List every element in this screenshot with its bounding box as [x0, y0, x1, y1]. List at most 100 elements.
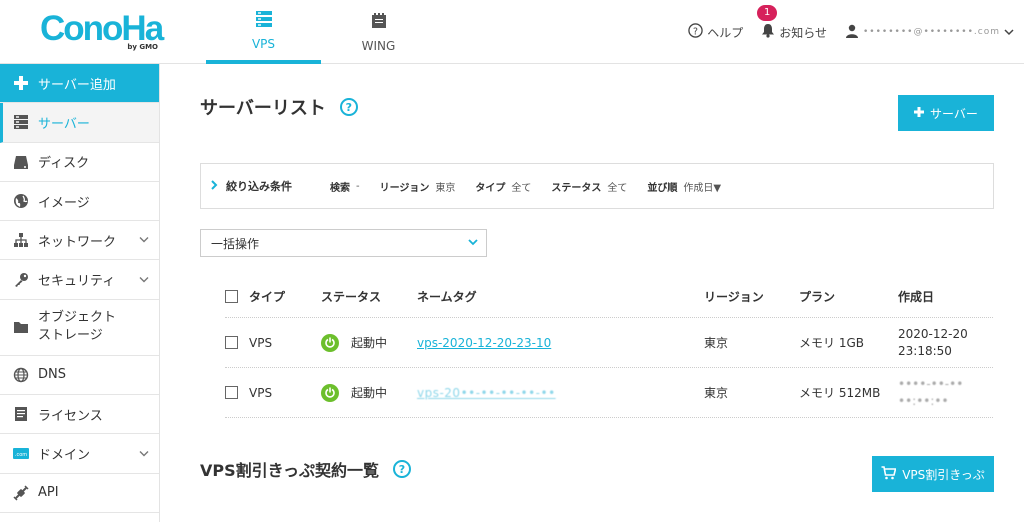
sidebar: サーバー追加 サーバー ディスク イメージ ネットワーク セキュリティ オブジェ…	[0, 64, 160, 522]
add-server-button[interactable]: サーバー	[898, 95, 994, 131]
bell-icon	[761, 23, 775, 41]
discount-ticket-label: VPS割引きっぷ	[902, 467, 985, 482]
svg-text:.com: .com	[15, 452, 27, 458]
help-label: ヘルプ	[707, 25, 744, 40]
filter-type-value: 全て	[511, 182, 532, 194]
wing-icon	[370, 12, 388, 33]
row-nametag-link[interactable]: vps-20••-••-••-••-••	[417, 386, 556, 400]
network-icon	[12, 231, 30, 249]
row-checkbox[interactable]	[225, 336, 238, 349]
help-link[interactable]: ? ヘルプ	[688, 23, 743, 41]
sidebar-item-dns[interactable]: DNS	[0, 356, 159, 396]
row-checkbox[interactable]	[225, 386, 238, 399]
select-all-checkbox[interactable]	[225, 290, 238, 303]
sidebar-item-network[interactable]: ネットワーク	[0, 221, 159, 261]
row-created: 2020-12-20 23:18:50	[898, 318, 968, 367]
power-icon	[321, 383, 339, 402]
server-icon	[255, 10, 273, 31]
sidebar-item-label: DNS	[38, 367, 66, 383]
header-status: ステータス	[321, 290, 382, 304]
filter-type-key: タイプ	[475, 182, 506, 194]
sidebar-item-api[interactable]: API	[0, 474, 159, 513]
filter-sort-value: 作成日▼	[683, 182, 722, 194]
row-region: 東京	[704, 386, 729, 400]
sidebar-item-object-storage[interactable]: オブジェクト ストレージ	[0, 300, 159, 356]
row-plan: メモリ 512MB	[799, 386, 881, 400]
logo-sub: by GMO	[127, 43, 158, 51]
plus-icon	[914, 106, 925, 120]
sidebar-item-label: イメージ	[38, 195, 90, 211]
header-nametag: ネームタグ	[417, 290, 477, 304]
discount-ticket-button[interactable]: VPS割引きっぷ	[872, 456, 994, 492]
sidebar-item-disk[interactable]: ディスク	[0, 143, 159, 182]
notice-link[interactable]: 1 お知らせ	[757, 5, 827, 41]
sidebar-item-label: サーバー追加	[38, 77, 116, 93]
sidebar-item-label: ディスク	[38, 156, 90, 172]
filter-status-value: 全て	[607, 182, 628, 194]
username: ••••••••@••••••••.com	[862, 27, 1000, 37]
sidebar-item-security[interactable]: セキュリティ	[0, 260, 159, 300]
bulk-action-select[interactable]: 一括操作	[200, 229, 487, 257]
server-table: タイプ ステータス ネームタグ リージョン プラン 作成日 VPS 起動中 vp…	[225, 276, 993, 418]
question-icon: ?	[688, 23, 703, 41]
row-type: VPS	[249, 335, 273, 350]
api-icon	[12, 484, 30, 502]
row-select-cell	[225, 368, 238, 417]
image-icon	[12, 192, 30, 210]
help-icon[interactable]: ?	[339, 98, 358, 116]
filter-search-value: -	[356, 180, 360, 192]
product-tabs: VPS WING	[206, 0, 436, 64]
filter-sort-key: 並び順	[647, 182, 678, 194]
sidebar-item-image[interactable]: イメージ	[0, 182, 159, 222]
sidebar-item-label: サーバー	[38, 116, 90, 132]
sidebar-item-domain[interactable]: .com ドメイン	[0, 434, 159, 474]
select-all-cell	[225, 276, 238, 317]
tab-vps-label: VPS	[251, 36, 276, 51]
chevron-down-icon	[1004, 25, 1014, 39]
row-select-cell	[225, 318, 238, 367]
row-created-date: ••••-••-••	[898, 376, 964, 391]
table-row[interactable]: VPS 起動中 vps-2020-12-20-23-10 東京 メモリ 1GB …	[225, 318, 993, 368]
header-plan: プラン	[799, 290, 836, 304]
notice-badge: 1	[757, 5, 778, 21]
conoha-logo[interactable]: ConoHa by GMO	[40, 10, 164, 54]
sidebar-item-server[interactable]: サーバー	[0, 103, 159, 143]
chevron-down-icon	[139, 446, 149, 461]
tab-wing[interactable]: WING	[321, 0, 436, 64]
header-type: タイプ	[249, 290, 286, 304]
filter-bar[interactable]: 絞り込み条件 検索 - リージョン 東京 タイプ 全て ステータス 全て 並び順…	[200, 163, 994, 209]
sidebar-item-license[interactable]: ライセンス	[0, 395, 159, 435]
sidebar-item-label: ドメイン	[38, 448, 91, 464]
tab-vps[interactable]: VPS	[206, 0, 321, 64]
filter-region-key: リージョン	[379, 182, 430, 194]
user-menu[interactable]: ••••••••@••••••••.com	[845, 24, 1014, 41]
key-icon	[12, 271, 30, 289]
sidebar-item-label: ライセンス	[38, 408, 103, 424]
sidebar-item-add-server[interactable]: サーバー追加	[0, 64, 159, 104]
help-icon[interactable]: ?	[393, 460, 411, 478]
ticket-section-title: VPS割引きっぷ契約一覧 ?	[200, 457, 411, 481]
tab-wing-label: WING	[361, 38, 396, 53]
chevron-down-icon	[139, 272, 149, 287]
main-content: サーバーリスト ? サーバー 絞り込み条件 検索 - リージョン 東京 タイプ …	[161, 64, 1024, 522]
license-icon	[12, 405, 30, 423]
row-created-time: 23:18:50	[898, 343, 952, 358]
server-icon	[12, 113, 30, 131]
row-type: VPS	[249, 385, 273, 400]
power-icon	[321, 333, 339, 352]
table-header-row: タイプ ステータス ネームタグ リージョン プラン 作成日	[225, 276, 993, 318]
filter-status-key: ステータス	[551, 182, 602, 194]
header-created: 作成日	[898, 290, 935, 304]
header-right: ? ヘルプ 1 お知らせ ••••••••@••••••••.com	[688, 0, 1014, 64]
chevron-right-icon	[211, 179, 218, 193]
sidebar-item-label: セキュリティ	[38, 274, 116, 290]
row-nametag-link[interactable]: vps-2020-12-20-23-10	[417, 336, 551, 350]
sidebar-item-label: ネットワーク	[38, 234, 117, 250]
row-status: 起動中	[321, 368, 387, 417]
row-region: 東京	[704, 336, 729, 350]
page-title-text: サーバーリスト	[200, 98, 326, 119]
table-row[interactable]: VPS 起動中 vps-20••-••-••-••-•• 東京 メモリ 512M…	[225, 368, 993, 418]
page-title: サーバーリスト ?	[200, 94, 358, 120]
row-created-time: ••:••:••	[898, 393, 949, 408]
plus-icon	[12, 74, 30, 92]
